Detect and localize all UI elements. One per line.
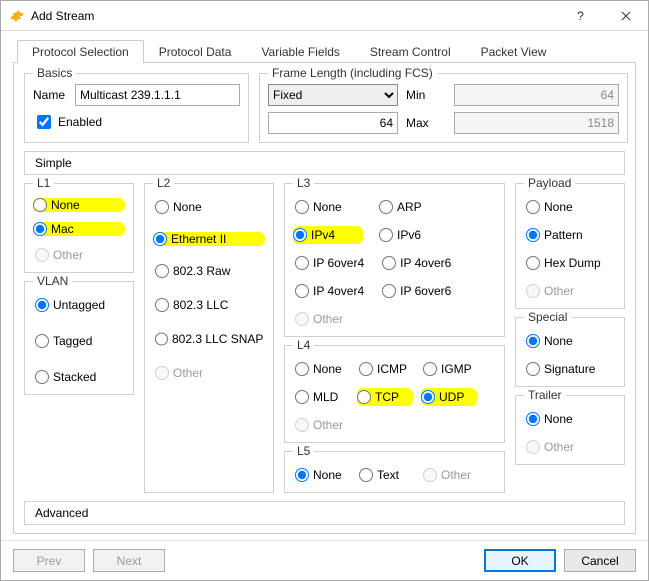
help-button[interactable]: ? [558, 1, 603, 31]
payload-hexdump-radio[interactable]: Hex Dump [524, 254, 616, 272]
l2-8023llcsnap-radio[interactable]: 802.3 LLC SNAP [153, 330, 265, 348]
payload-pattern-radio[interactable]: Pattern [524, 226, 616, 244]
l3-ipv6-radio[interactable]: IPv6 [377, 226, 447, 244]
l5-text-radio[interactable]: Text [357, 466, 413, 484]
tab-bar: Protocol Selection Protocol Data Variabl… [13, 39, 636, 63]
l4-tcp-radio[interactable]: TCP [357, 388, 413, 406]
l5-none-radio[interactable]: None [293, 466, 349, 484]
vlan-untagged-radio[interactable]: Untagged [33, 296, 125, 314]
tab-protocol-selection[interactable]: Protocol Selection [17, 40, 144, 63]
group-frame-length: Frame Length (including FCS) Fixed Min M… [259, 73, 628, 143]
l2-ethernet2-radio[interactable]: Ethernet II [153, 232, 265, 246]
legend-frame-length: Frame Length (including FCS) [268, 66, 437, 80]
legend-l2: L2 [153, 176, 174, 190]
tab-packet-view[interactable]: Packet View [466, 40, 562, 63]
group-l2: L2 None Ethernet II 802.3 Raw 802.3 LLC … [144, 183, 274, 493]
cancel-button[interactable]: Cancel [564, 549, 636, 572]
group-l5: L5 None Text Other [284, 451, 505, 493]
titlebar: Add Stream ? [1, 1, 648, 31]
max-input [454, 112, 619, 134]
l2-8023llc-radio[interactable]: 802.3 LLC [153, 296, 265, 314]
trailer-none-radio[interactable]: None [524, 410, 616, 428]
l3-ip4over4-radio[interactable]: IP 4over4 [293, 282, 366, 300]
advanced-header[interactable]: Advanced [24, 501, 625, 525]
legend-basics: Basics [33, 66, 76, 80]
l4-udp-radio[interactable]: UDP [421, 388, 477, 406]
payload-none-radio[interactable]: None [524, 198, 616, 216]
min-input [454, 84, 619, 106]
l3-other-radio: Other [293, 310, 363, 328]
trailer-other-radio: Other [524, 438, 616, 456]
l2-none-radio[interactable]: None [153, 198, 265, 216]
group-special: Special None Signature [515, 317, 625, 387]
group-vlan: VLAN Untagged Tagged Stacked [24, 281, 134, 395]
name-label: Name [33, 88, 65, 102]
vlan-tagged-radio[interactable]: Tagged [33, 332, 125, 350]
button-bar: Prev Next OK Cancel [1, 540, 648, 580]
enabled-checkbox[interactable]: Enabled [33, 112, 102, 132]
legend-special: Special [524, 310, 571, 324]
l1-other-radio: Other [33, 246, 125, 264]
group-l4: L4 None ICMP IGMP MLD TCP UDP Other [284, 345, 505, 443]
legend-l1: L1 [33, 176, 54, 190]
special-signature-radio[interactable]: Signature [524, 360, 616, 378]
window-title: Add Stream [31, 9, 94, 23]
gear-icon [9, 8, 25, 24]
group-trailer: Trailer None Other [515, 395, 625, 465]
tab-variable-fields[interactable]: Variable Fields [246, 40, 354, 63]
l4-icmp-radio[interactable]: ICMP [357, 360, 413, 378]
l5-other-radio: Other [421, 466, 477, 484]
enabled-label: Enabled [58, 115, 102, 129]
legend-vlan: VLAN [33, 274, 72, 288]
l3-none-radio[interactable]: None [293, 198, 363, 216]
payload-other-radio: Other [524, 282, 616, 300]
l4-mld-radio[interactable]: MLD [293, 388, 349, 406]
group-l3: L3 None ARP IPv4 IPv6 IP 6over4 IP 4over… [284, 183, 505, 337]
legend-l5: L5 [293, 444, 314, 458]
l3-ip6over4-radio[interactable]: IP 6over4 [293, 254, 366, 272]
name-input[interactable] [75, 84, 240, 106]
l3-arp-radio[interactable]: ARP [377, 198, 447, 216]
tab-stream-control[interactable]: Stream Control [355, 40, 466, 63]
prev-button: Prev [13, 549, 85, 572]
close-button[interactable] [603, 1, 648, 31]
l3-ip6over6-radio[interactable]: IP 6over6 [380, 282, 453, 300]
l4-igmp-radio[interactable]: IGMP [421, 360, 477, 378]
add-stream-dialog: Add Stream ? Protocol Selection Protocol… [0, 0, 649, 581]
legend-trailer: Trailer [524, 388, 566, 402]
group-payload: Payload None Pattern Hex Dump Other [515, 183, 625, 309]
ok-button[interactable]: OK [484, 549, 556, 572]
tab-protocol-data[interactable]: Protocol Data [144, 40, 247, 63]
tab-page: Basics Name Enabled Frame Length (includ… [13, 63, 636, 534]
simple-header[interactable]: Simple [24, 151, 625, 175]
group-basics: Basics Name Enabled [24, 73, 249, 143]
vlan-stacked-radio[interactable]: Stacked [33, 368, 125, 386]
next-button: Next [93, 549, 165, 572]
legend-payload: Payload [524, 176, 575, 190]
enabled-checkbox-box[interactable] [37, 115, 51, 129]
l2-8023raw-radio[interactable]: 802.3 Raw [153, 262, 265, 280]
frame-length-mode-select[interactable]: Fixed [268, 84, 398, 106]
special-none-radio[interactable]: None [524, 332, 616, 350]
legend-l4: L4 [293, 338, 314, 352]
min-label: Min [406, 88, 442, 102]
l3-ip4over6-radio[interactable]: IP 4over6 [380, 254, 453, 272]
group-l1: L1 None Mac Other [24, 183, 134, 273]
l1-mac-radio[interactable]: Mac [33, 222, 125, 236]
l1-none-radio[interactable]: None [33, 198, 125, 212]
l2-other-radio: Other [153, 364, 265, 382]
legend-l3: L3 [293, 176, 314, 190]
fixed-length-input[interactable] [268, 112, 398, 134]
l3-ipv4-radio[interactable]: IPv4 [293, 226, 363, 244]
l4-none-radio[interactable]: None [293, 360, 349, 378]
max-label: Max [406, 116, 442, 130]
l4-other-radio: Other [293, 416, 349, 434]
